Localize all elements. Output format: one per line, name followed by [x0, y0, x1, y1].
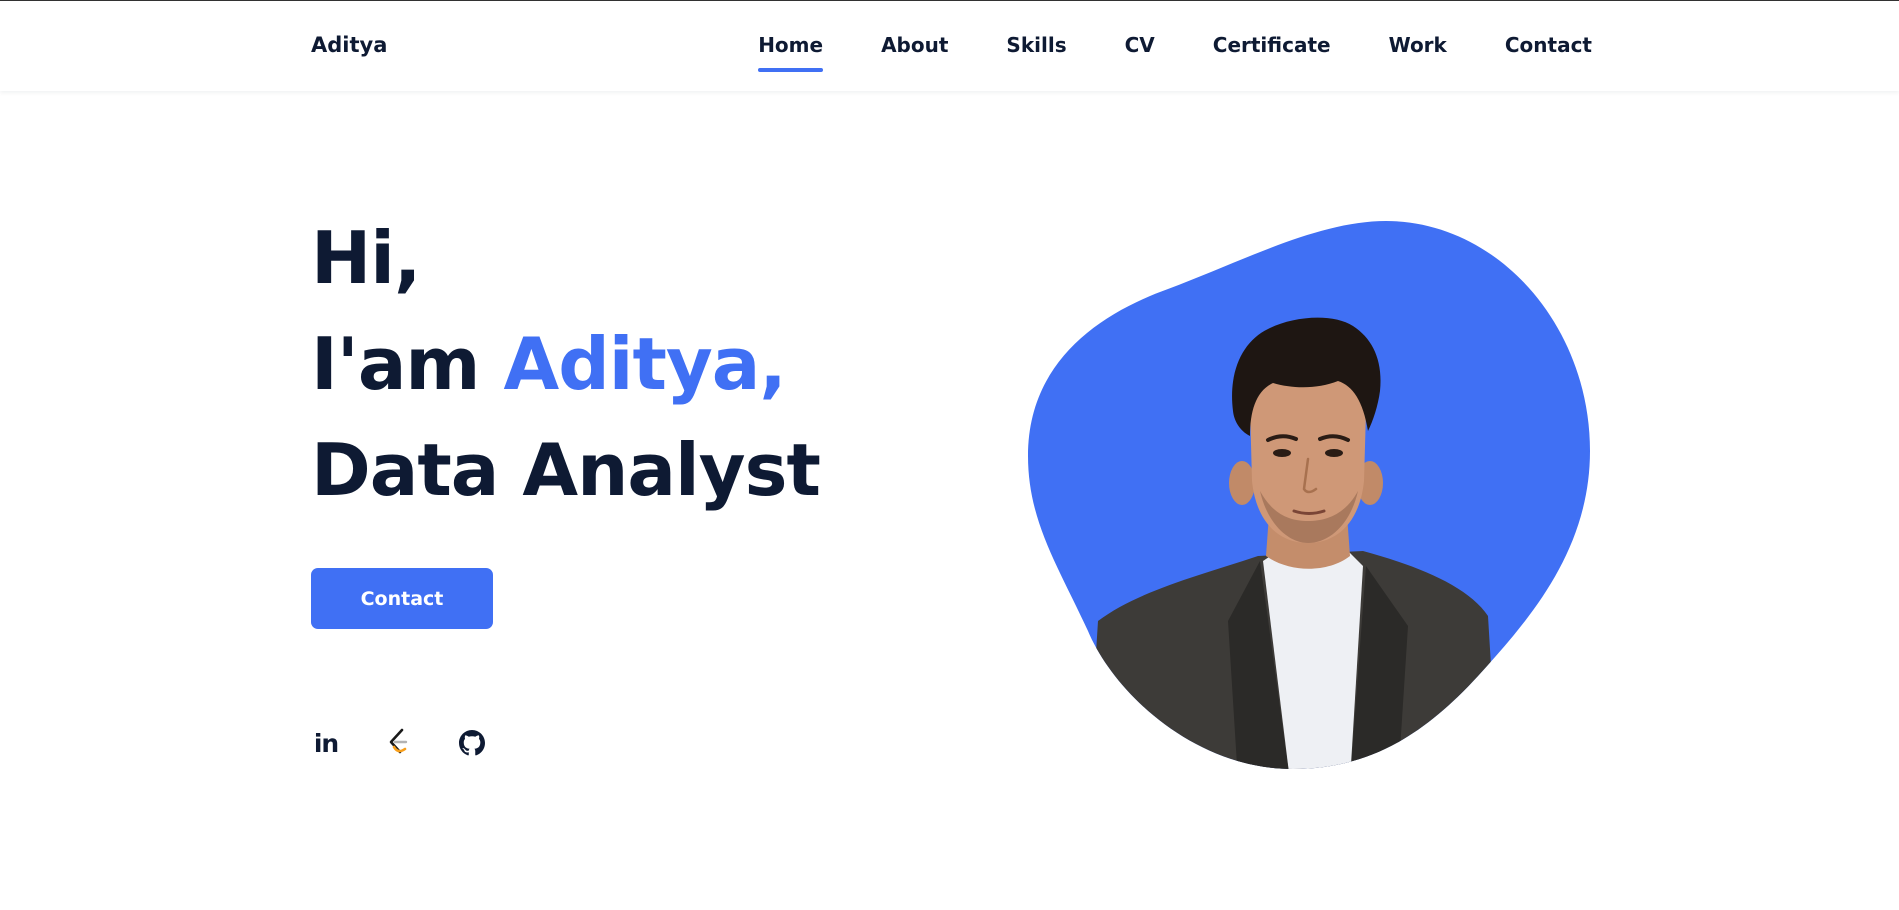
hero-role: Data Analyst [311, 428, 821, 512]
nav-item-about[interactable]: About [881, 33, 948, 57]
site-header: Aditya Home About Skills CV Certificate … [0, 1, 1899, 91]
profile-image [1028, 221, 1590, 769]
hero-name: Aditya, [503, 322, 787, 406]
nav-item-skills[interactable]: Skills [1006, 33, 1066, 57]
hero-greeting: Hi, [311, 216, 421, 300]
nav-item-cv[interactable]: CV [1125, 33, 1155, 57]
hero-title: Hi, I'am Aditya, Data Analyst [311, 205, 821, 523]
nav-item-work[interactable]: Work [1389, 33, 1447, 57]
nav-item-contact[interactable]: Contact [1505, 33, 1592, 57]
main-nav: Home About Skills CV Certificate Work Co… [758, 33, 1592, 72]
logo[interactable]: Aditya [311, 33, 387, 57]
social-links: in [311, 728, 530, 758]
linkedin-icon[interactable]: in [311, 728, 341, 758]
hero-intro-prefix: I'am [311, 322, 504, 406]
contact-button[interactable]: Contact [311, 568, 493, 629]
leetcode-icon[interactable] [384, 728, 414, 758]
github-icon[interactable] [457, 728, 487, 758]
hero-intro: I'am Aditya, [311, 311, 820, 417]
nav-item-home[interactable]: Home [758, 33, 823, 72]
nav-item-certificate[interactable]: Certificate [1213, 33, 1331, 57]
